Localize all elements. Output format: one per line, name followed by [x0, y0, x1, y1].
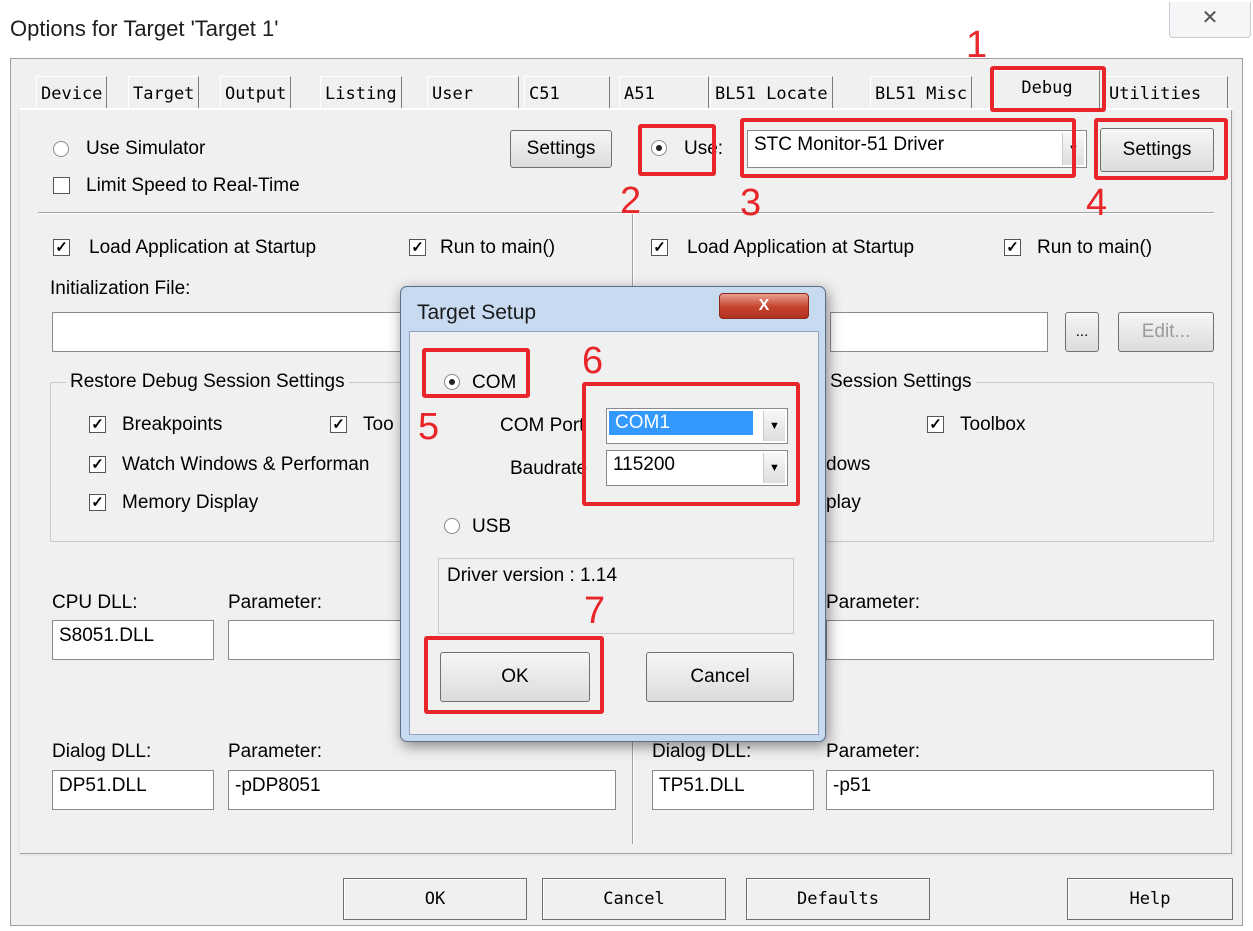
load-app-label: Load Application at Startup [89, 237, 317, 258]
target-setup-cancel-button[interactable]: Cancel [646, 652, 794, 702]
simulator-settings-button[interactable]: Settings [510, 130, 612, 168]
watch-windows-checkbox[interactable]: ✓ [89, 456, 106, 473]
restore-settings-legend: Restore Debug Session Settings [66, 371, 349, 393]
toolbox-label: Too [363, 414, 394, 435]
target-setup-title: Target Setup [417, 301, 537, 324]
breakpoints-checkbox[interactable]: ✓ [89, 416, 106, 433]
dialog-dll-input[interactable]: TP51.DLL [652, 770, 814, 810]
use-simulator-label: Use Simulator [86, 138, 206, 159]
memory-display-label: Memory Display [122, 492, 259, 513]
edit-button[interactable]: Edit... [1118, 312, 1214, 352]
cpu-dll-label: CPU DLL: [52, 592, 138, 613]
dialog-dll-label: Dialog DLL: [52, 741, 152, 762]
annotation-box-4 [1094, 118, 1228, 180]
init-file-input[interactable] [52, 312, 402, 352]
load-app-checkbox[interactable]: ✓ [53, 239, 70, 256]
tab-device[interactable]: Device [36, 76, 108, 112]
memory-display-label: play [826, 492, 861, 513]
dialog-param-input[interactable]: -pDP8051 [228, 770, 616, 810]
window-title: Options for Target 'Target 1' [10, 16, 279, 41]
cpu-param-label: Parameter: [826, 592, 920, 613]
run-to-main-checkbox[interactable]: ✓ [409, 239, 426, 256]
cpu-param-label: Parameter: [228, 592, 322, 613]
load-app-checkbox[interactable]: ✓ [651, 239, 668, 256]
tab-bl51-misc[interactable]: BL51 Misc [870, 76, 973, 112]
annotation-number-1: 1 [966, 24, 988, 66]
annotation-number-2: 2 [620, 180, 642, 222]
usb-label: USB [472, 516, 512, 537]
tab-user[interactable]: User [427, 76, 519, 112]
memory-display-checkbox[interactable]: ✓ [89, 494, 106, 511]
cpu-param-input[interactable] [826, 620, 1214, 660]
run-to-main-checkbox[interactable]: ✓ [1004, 239, 1021, 256]
dialog-param-label: Parameter: [228, 741, 322, 762]
breakpoints-label: Breakpoints [122, 414, 223, 435]
annotation-number-6: 6 [582, 340, 604, 382]
close-icon[interactable]: X [719, 293, 809, 319]
restore-settings-legend: Session Settings [826, 371, 976, 393]
annotation-box-7 [424, 636, 604, 714]
tab-output[interactable]: Output [220, 76, 292, 112]
com-port-label: COM Port [500, 415, 585, 436]
load-app-label: Load Application at Startup [687, 237, 915, 258]
init-file-label: Initialization File: [50, 278, 191, 299]
close-icon[interactable]: ✕ [1169, 2, 1251, 38]
cpu-param-input[interactable] [228, 620, 418, 660]
run-to-main-label: Run to main() [440, 237, 556, 258]
watch-windows-label: Watch Windows & Performan [122, 454, 370, 475]
driver-version-box: Driver version : 1.14 [438, 558, 794, 634]
tab-utilities[interactable]: Utilities [1104, 76, 1228, 112]
annotation-number-5: 5 [418, 406, 440, 448]
dialog-dll-label: Dialog DLL: [652, 741, 752, 762]
annotation-box-1 [990, 66, 1106, 112]
use-simulator-radio[interactable] [53, 141, 69, 157]
toolbox-checkbox[interactable]: ✓ [330, 416, 347, 433]
tab-bl51-locate[interactable]: BL51 Locate [710, 76, 833, 112]
cancel-button[interactable]: Cancel [542, 878, 726, 920]
ok-button[interactable]: OK [343, 878, 527, 920]
toolbox-label: Toolbox [960, 414, 1026, 435]
tab-listing[interactable]: Listing [320, 76, 402, 112]
divider [640, 212, 1214, 214]
toolbox-checkbox[interactable]: ✓ [927, 416, 944, 433]
tab-c51[interactable]: C51 [524, 76, 610, 112]
annotation-box-3 [740, 118, 1076, 178]
watch-windows-label: dows [826, 454, 871, 475]
annotation-box-6 [582, 382, 800, 506]
dialog-param-input[interactable]: -p51 [826, 770, 1214, 810]
driver-version-text: Driver version : 1.14 [447, 565, 618, 586]
annotation-number-4: 4 [1086, 182, 1108, 224]
dialog-dll-input[interactable]: DP51.DLL [52, 770, 214, 810]
annotation-box-2 [638, 124, 716, 176]
init-file-input[interactable] [830, 312, 1048, 352]
limit-speed-label: Limit Speed to Real-Time [86, 175, 300, 196]
browse-button[interactable]: ... [1065, 312, 1099, 352]
dialog-param-label: Parameter: [826, 741, 920, 762]
usb-radio[interactable] [444, 518, 460, 534]
annotation-box-5 [422, 348, 530, 398]
baudrate-label: Baudrate [510, 458, 588, 479]
annotation-number-7: 7 [584, 590, 606, 632]
annotation-number-3: 3 [740, 182, 762, 224]
run-to-main-label: Run to main() [1037, 237, 1153, 258]
tab-a51[interactable]: A51 [619, 76, 709, 112]
cpu-dll-input[interactable]: S8051.DLL [52, 620, 214, 660]
help-button[interactable]: Help [1067, 878, 1233, 920]
limit-speed-checkbox[interactable] [53, 177, 70, 194]
defaults-button[interactable]: Defaults [746, 878, 930, 920]
tab-target[interactable]: Target [128, 76, 200, 112]
divider [38, 212, 630, 214]
